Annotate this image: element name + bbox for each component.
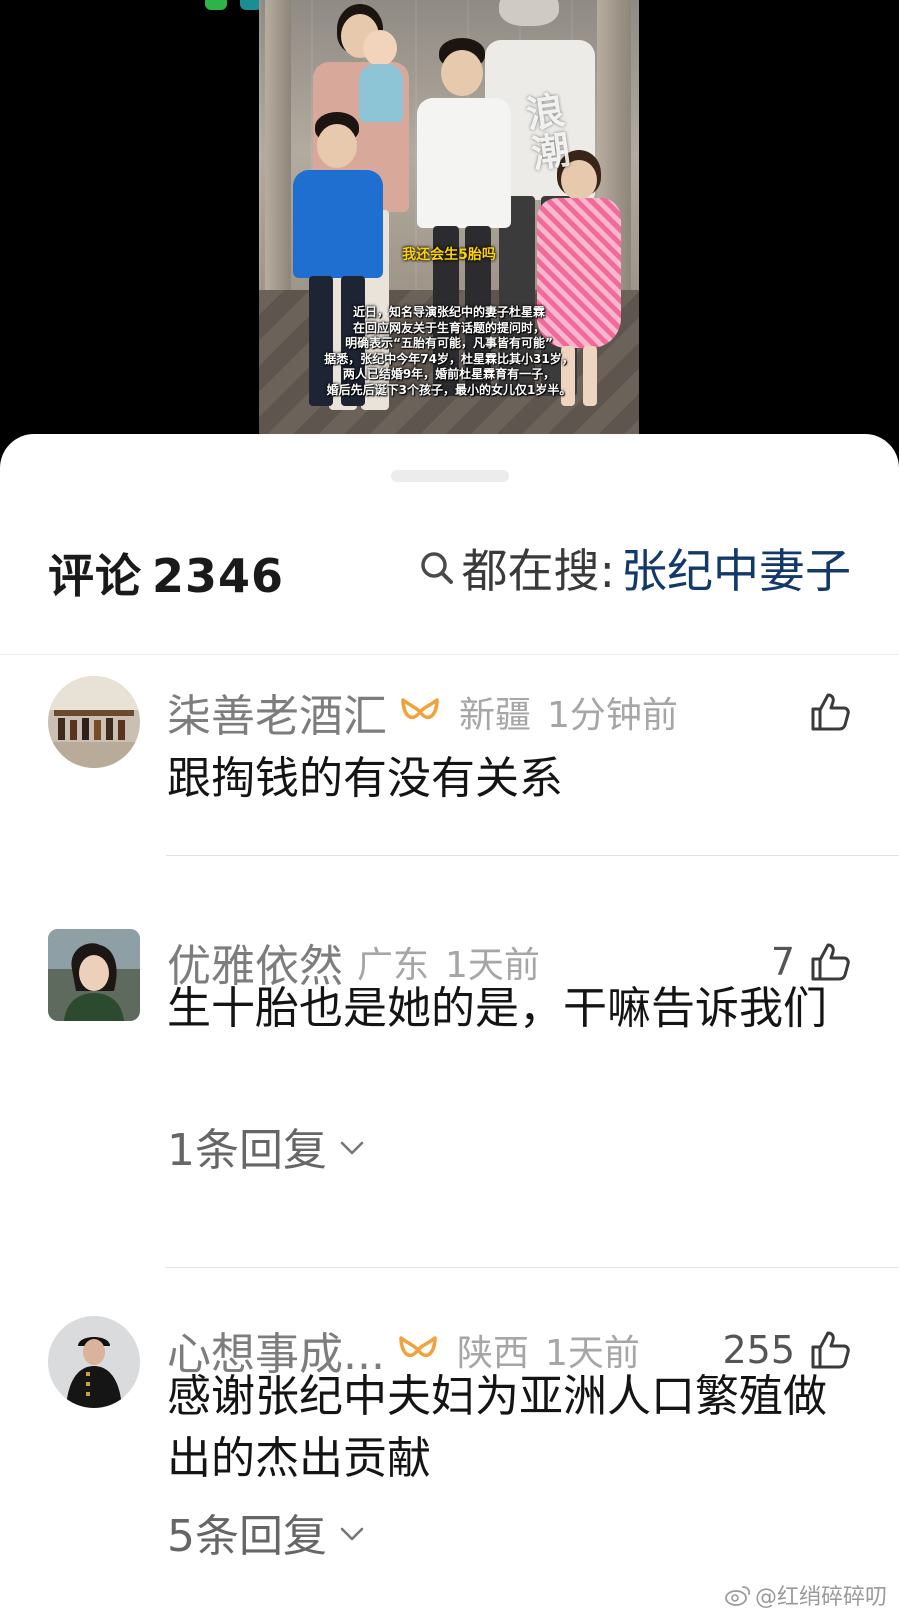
comment-text: 跟掏钱的有没有关系 [167, 753, 563, 804]
view-replies-button[interactable]: 5条回复 [167, 1502, 365, 1562]
video-frame[interactable]: 浪潮 我还会生5胎吗 近日，知名导演张纪中的妻子杜星霖 在回应网友关于生育话题的… [259, 0, 639, 440]
comments-count: 2346 [152, 549, 285, 603]
status-app-icon [205, 0, 227, 10]
video-player[interactable]: 浪潮 我还会生5胎吗 近日，知名导演张纪中的妻子杜星霖 在回应网友关于生育话题的… [0, 0, 899, 440]
video-subtitle-line: 婚后先后诞下3个孩子，最小的女儿仅1岁半。 [326, 382, 572, 397]
chevron-down-icon [340, 1527, 364, 1541]
comments-title-label: 评论 [48, 549, 142, 603]
comment-divider [166, 1267, 899, 1268]
replies-count: 1条回复 [167, 1125, 327, 1176]
like-button[interactable] [809, 684, 851, 740]
comment-divider [166, 855, 899, 856]
comment-text: 生十胎也是她的是，干嘛告诉我们 [167, 983, 827, 1034]
view-replies-button[interactable]: 1条回复 [167, 1116, 365, 1176]
footer-watermark: @红绡碎碎叨 [725, 1579, 887, 1611]
comment-location: 新疆 [459, 695, 532, 736]
comment-time: 1分钟前 [547, 695, 678, 736]
video-subtitle-line: 在回应网友关于生育话题的提问时， [352, 320, 545, 335]
comments-header: 评论 2346 都在搜: 张纪中妻子 [0, 534, 899, 620]
video-watermark-logo: 浪潮 [523, 86, 573, 177]
header-divider [0, 654, 899, 655]
video-subtitle-line: 据悉，张纪中今年74岁，杜星霖比其小31岁， [324, 351, 574, 366]
avatar[interactable] [48, 676, 140, 768]
vip-badge-icon [401, 698, 439, 719]
thumbs-up-icon [811, 943, 850, 981]
avatar[interactable] [48, 929, 140, 1021]
thumbs-up-icon [811, 693, 850, 731]
video-highlight-caption: 我还会生5胎吗 [402, 247, 496, 263]
comment-item: 柒善老酒汇 新疆 1分钟前 跟掏钱的有没有关系 [0, 676, 899, 856]
hot-search-link[interactable]: 都在搜: 张纪中妻子 [420, 535, 851, 601]
comments-title: 评论 2346 [48, 540, 284, 606]
video-subtitle-line: 近日，知名导演张纪中的妻子杜星霖 [352, 305, 545, 319]
sheet-drag-handle[interactable] [391, 470, 509, 482]
hot-search-prefix: 都在搜: [461, 544, 616, 598]
comment-username[interactable]: 柒善老酒汇 [167, 680, 387, 744]
chevron-down-icon [340, 1141, 364, 1155]
footer-watermark-text: @红绡碎碎叨 [754, 1585, 887, 1610]
video-subtitle-line: 两人已结婚9年，婚前杜星霖育有一子， [342, 367, 556, 381]
search-icon [420, 552, 453, 584]
replies-count: 5条回复 [167, 1511, 327, 1562]
comment-item: 优雅依然 广东 1天前 7 生十胎也是她的是，干嘛告诉我们 1条回复 [0, 928, 899, 1268]
comment-item: 心想事成... 陕西 1天前 255 感谢张纪中夫妇为亚洲人口繁殖做出的杰出贡献… [0, 1316, 899, 1606]
video-subtitle-line: 明确表示“五胎有可能，凡事皆有可能” [345, 336, 553, 350]
hot-search-term[interactable]: 张纪中妻子 [621, 535, 851, 601]
thumbs-up-icon [811, 1331, 850, 1369]
comment-text: 感谢张纪中夫妇为亚洲人口繁殖做出的杰出贡献 [167, 1371, 827, 1484]
avatar[interactable] [48, 1316, 140, 1408]
vip-badge-icon [399, 1336, 437, 1357]
weibo-logo-icon [725, 1586, 751, 1606]
comment-meta: 柒善老酒汇 新疆 1分钟前 [167, 684, 678, 742]
video-subtitle: 近日，知名导演张纪中的妻子杜星霖 在回应网友关于生育话题的提问时， 明确表示“五… [259, 305, 639, 398]
